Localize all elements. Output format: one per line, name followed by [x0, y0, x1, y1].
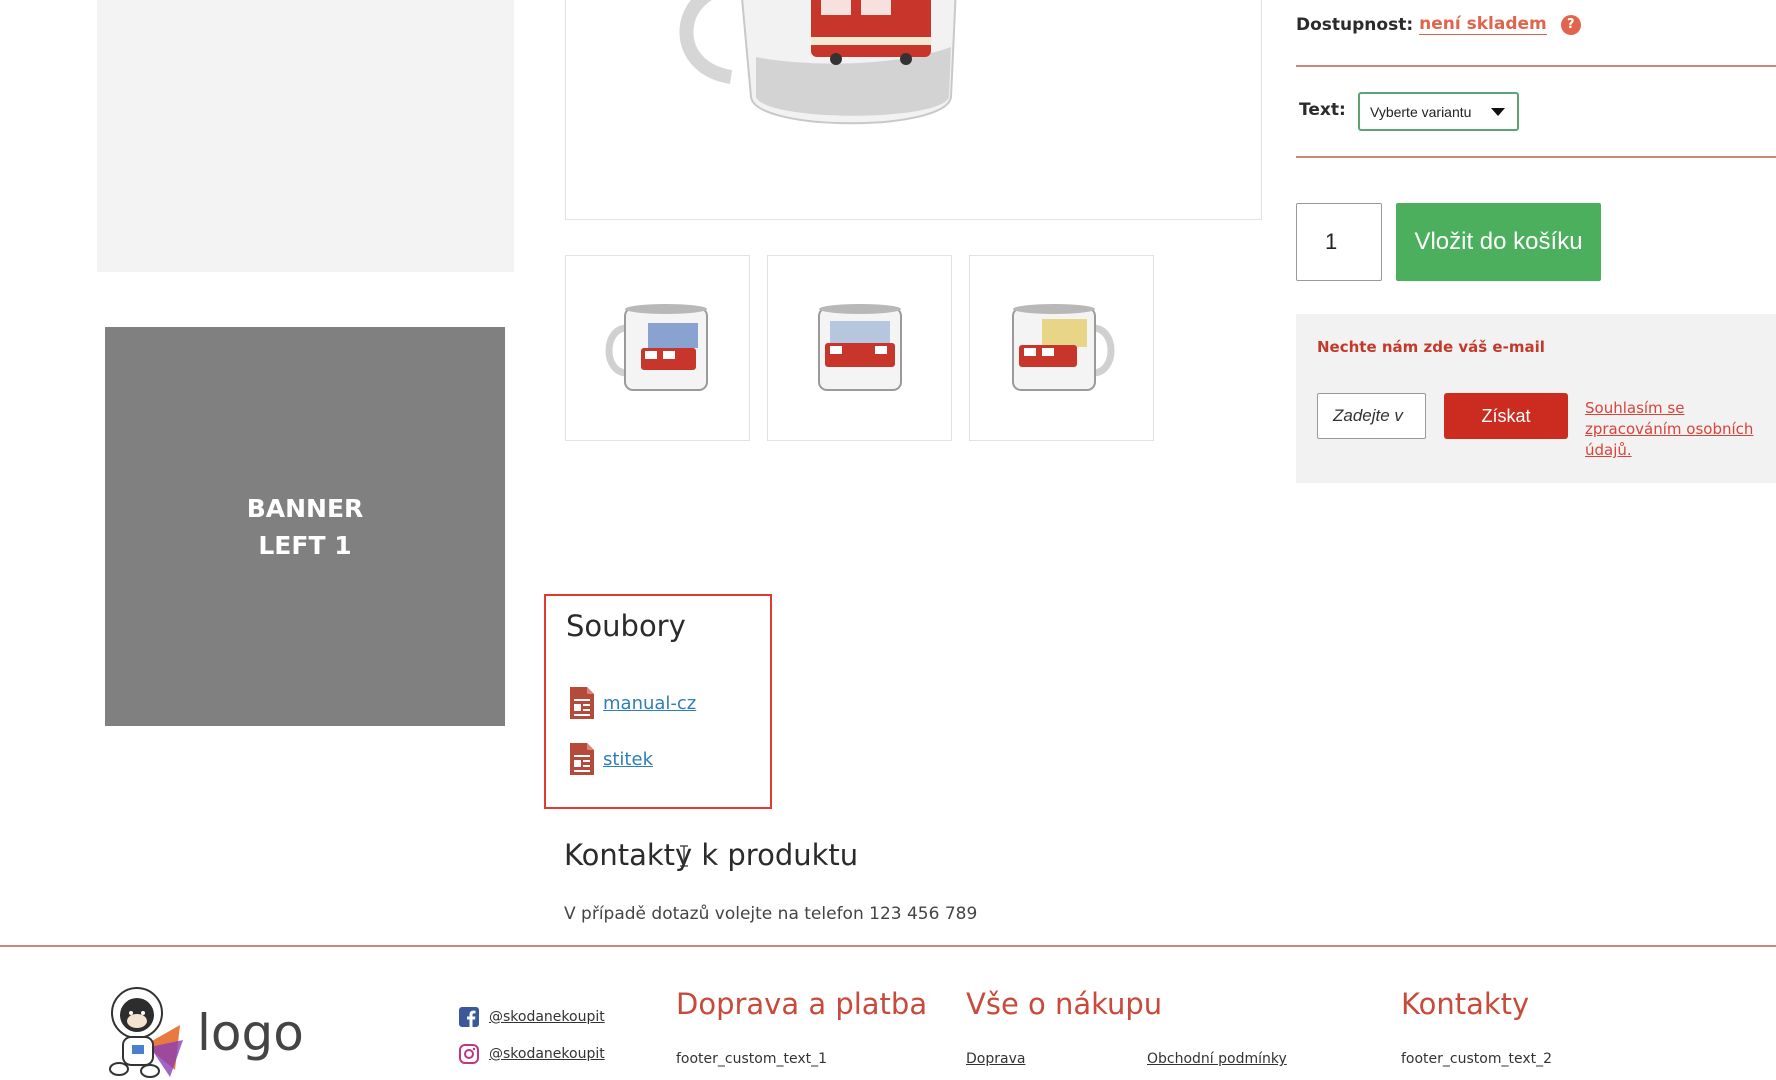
footer-link-doprava[interactable]: Doprava — [966, 1051, 1025, 1067]
pdf-icon — [570, 687, 594, 719]
instagram-icon — [459, 1044, 479, 1064]
banner-label: BANNER LEFT 1 — [246, 493, 364, 560]
file-link-label[interactable]: manual-cz — [603, 693, 696, 714]
email-capture-title: Nechte nám zde váš e-mail — [1317, 338, 1545, 356]
logo-text: logo — [197, 1003, 304, 1062]
variant-select-value: Vyberte variantu — [1370, 103, 1472, 120]
text-cursor-icon — [680, 845, 688, 867]
add-to-cart-button[interactable]: Vložit do košíku — [1396, 203, 1601, 281]
product-main-image[interactable] — [565, 0, 1262, 220]
astronaut-dog-icon — [109, 987, 183, 1078]
question-circle-icon[interactable]: ? — [1560, 14, 1581, 35]
availability-row: Dostupnost: není skladem ? — [1296, 14, 1581, 35]
files-section: Soubory manual-cz stitek — [544, 594, 772, 809]
divider — [1296, 156, 1776, 158]
email-capture-box: Nechte nám zde váš e-mail Zadejte v Získ… — [1296, 314, 1776, 483]
mug-thumb-icon — [605, 304, 708, 391]
contact-title: Kontakty k produktu — [564, 838, 859, 872]
banner-left-1[interactable]: BANNER LEFT 1 — [105, 327, 505, 726]
footer-heading-shopping: Vše o nákupu — [966, 987, 1163, 1021]
thumbnail-1[interactable] — [565, 255, 750, 441]
divider — [1296, 65, 1776, 67]
facebook-icon — [459, 1007, 479, 1027]
variant-label: Text: — [1299, 100, 1346, 120]
files-title: Soubory — [566, 609, 686, 643]
file-link-label[interactable]: stitek — [603, 749, 653, 770]
email-submit-button[interactable]: Získat — [1444, 393, 1568, 439]
caret-down-icon — [1491, 108, 1505, 116]
thumbnail-2[interactable] — [767, 255, 952, 441]
social-handle[interactable]: @skodanekoupit — [489, 1009, 605, 1025]
social-handle[interactable]: @skodanekoupit — [489, 1046, 605, 1062]
file-link-stitek[interactable]: stitek — [568, 742, 653, 776]
footer-heading-contacts: Kontakty — [1401, 987, 1530, 1021]
footer-custom-text-2: footer_custom_text_2 — [1401, 1051, 1553, 1067]
file-link-manual[interactable]: manual-cz — [568, 686, 696, 720]
mug-thumb-icon — [1011, 304, 1114, 391]
contact-text: V případě dotazů volejte na telefon 123 … — [564, 904, 978, 924]
social-link-instagram[interactable]: @skodanekoupit — [459, 1044, 605, 1064]
footer-divider — [0, 945, 1776, 947]
variant-select[interactable]: Vyberte variantu — [1358, 92, 1519, 131]
thumbnail-3[interactable] — [969, 255, 1154, 441]
quantity-input[interactable]: 1 — [1296, 203, 1382, 281]
thumbnail-strip — [565, 255, 1154, 441]
pdf-icon — [570, 743, 594, 775]
consent-link[interactable]: Souhlasím se zpracováním osobních údajů. — [1585, 398, 1765, 461]
availability-status-link[interactable]: není skladem — [1419, 14, 1547, 35]
site-logo[interactable]: logo — [105, 985, 304, 1080]
mug-thumb-icon — [817, 304, 902, 391]
left-placeholder-image — [97, 0, 514, 272]
footer-custom-text-1: footer_custom_text_1 — [676, 1051, 828, 1067]
footer-heading-shipping: Doprava a platba — [676, 987, 928, 1021]
availability-label: Dostupnost: — [1296, 14, 1414, 35]
footer-link-terms[interactable]: Obchodní podmínky — [1147, 1051, 1287, 1067]
mug-image — [679, 0, 957, 125]
social-link-facebook[interactable]: @skodanekoupit — [459, 1007, 605, 1027]
email-input[interactable]: Zadejte v — [1317, 393, 1426, 439]
